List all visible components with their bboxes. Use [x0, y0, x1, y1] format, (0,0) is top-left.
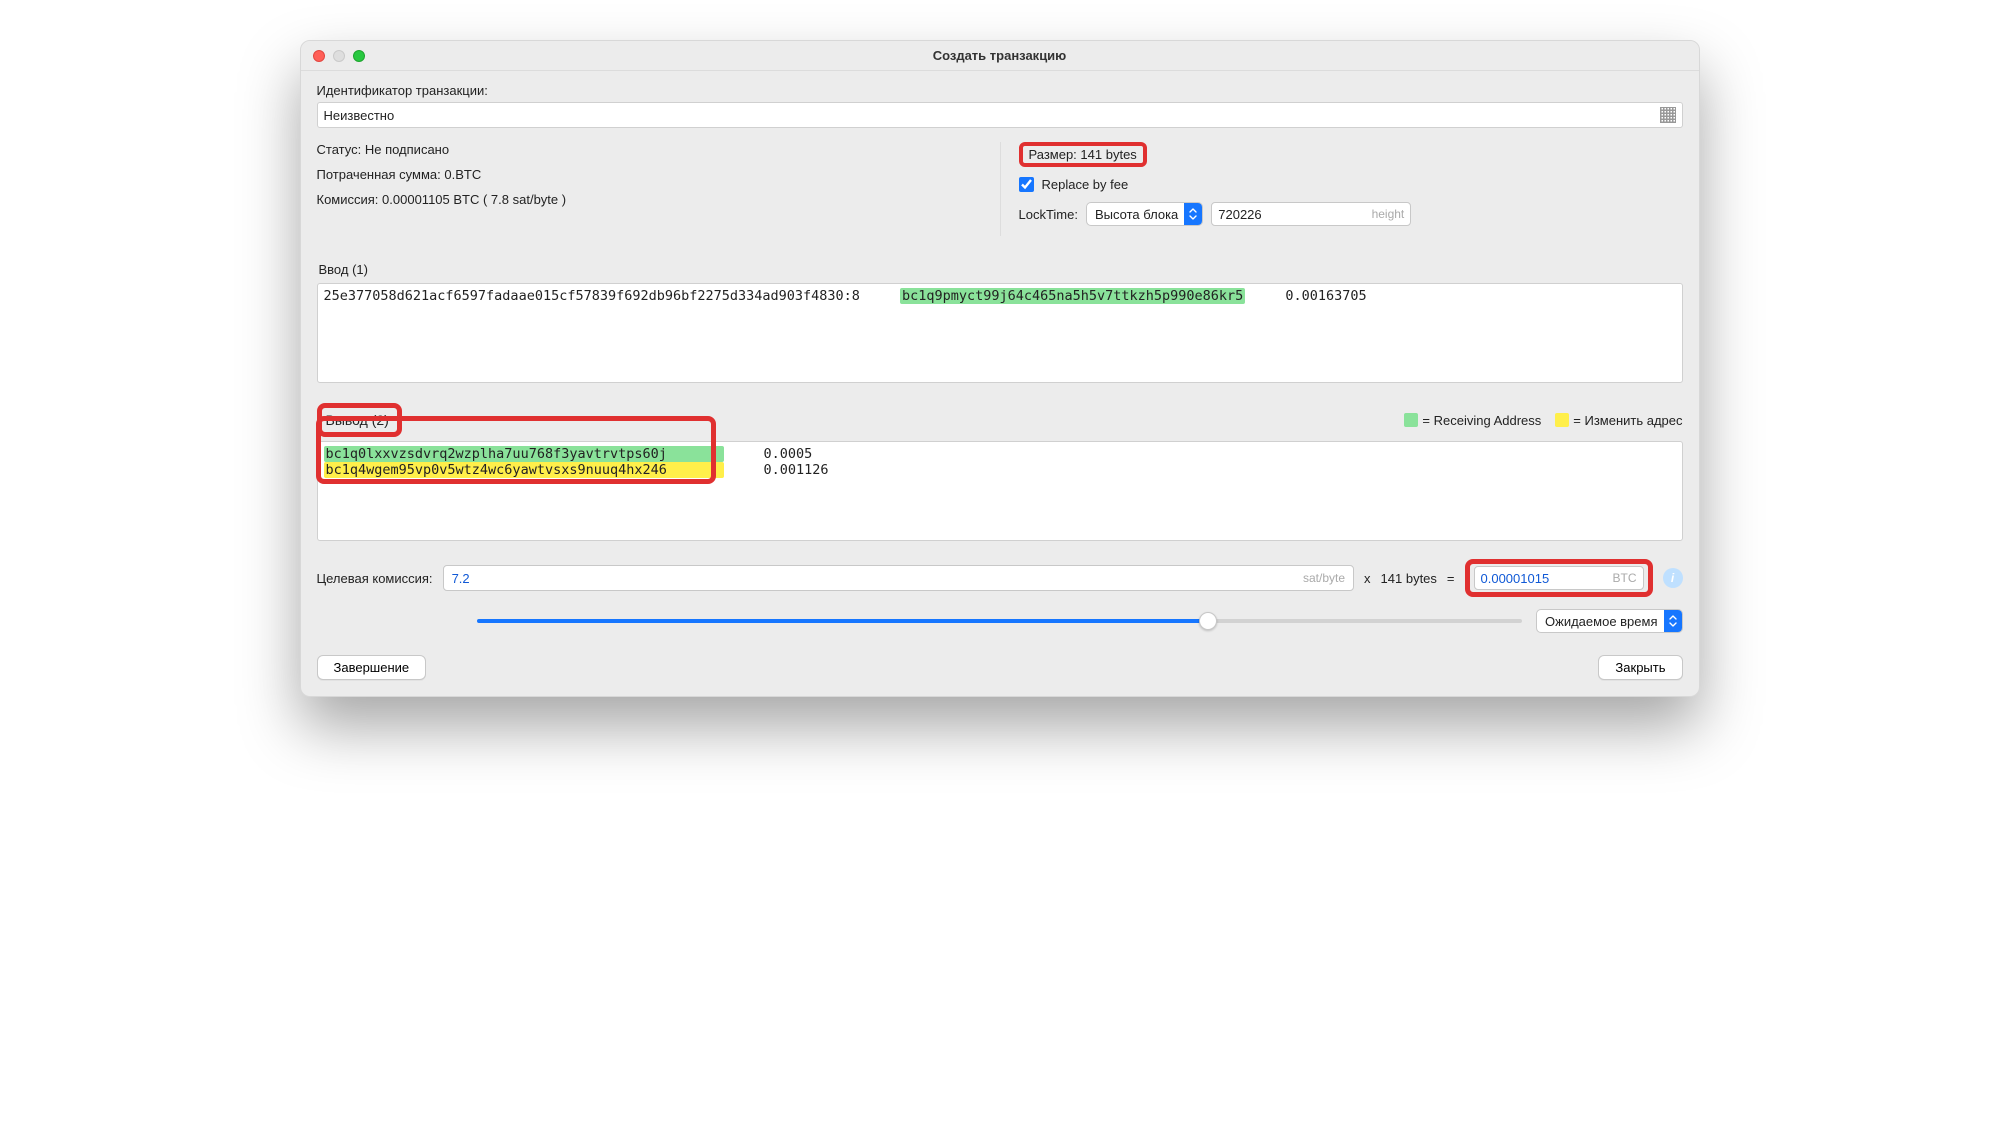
minimize-window-icon[interactable]: [333, 50, 345, 62]
locktime-row: LockTime: Высота блока 720226 height: [1019, 202, 1683, 226]
list-item[interactable]: 25e377058d621acf6597fadaae015cf57839f692…: [324, 288, 1676, 304]
legend-recv-swatch: [1404, 413, 1418, 427]
legend: = Receiving Address = Изменить адрес: [1404, 413, 1682, 428]
close-window-icon[interactable]: [313, 50, 325, 62]
info-icon[interactable]: i: [1663, 568, 1683, 588]
chevron-updown-icon: [1664, 609, 1682, 633]
status-line: Статус: Не подписано: [317, 142, 1000, 157]
inputs-list[interactable]: 25e377058d621acf6597fadaae015cf57839f692…: [317, 283, 1683, 383]
output-address: bc1q4wgem95vp0v5wtz4wc6yawtvsxs9nuuq4hx2…: [324, 462, 724, 478]
finish-button[interactable]: Завершение: [317, 655, 427, 680]
fee-slider[interactable]: [477, 611, 1523, 631]
locktime-label: LockTime:: [1019, 207, 1078, 222]
input-address: bc1q9pmyct99j64c465na5h5v7ttkzh5p990e86k…: [900, 288, 1245, 304]
rbf-row: Replace by fee: [1019, 177, 1683, 192]
txid-value: Неизвестно: [324, 108, 395, 123]
eta-select[interactable]: Ожидаемое время: [1536, 609, 1682, 633]
rbf-label: Replace by fee: [1042, 177, 1129, 192]
fee-size: 141 bytes: [1381, 571, 1437, 586]
txid-field[interactable]: Неизвестно: [317, 102, 1683, 128]
fee-result-input[interactable]: 0.00001015 BTC: [1474, 566, 1644, 590]
transaction-dialog: Создать транзакцию Идентификатор транзак…: [300, 40, 1700, 697]
chevron-updown-icon: [1184, 202, 1202, 226]
fee-line: Комиссия: 0.00001105 BTC ( 7.8 sat/byte …: [317, 192, 1000, 207]
titlebar: Создать транзакцию: [301, 41, 1699, 71]
fee-rate-input[interactable]: 7.2 sat/byte: [443, 565, 1354, 591]
locktime-mode-select[interactable]: Высота блока: [1086, 202, 1203, 226]
slider-track: [477, 619, 1523, 623]
locktime-value-input[interactable]: 720226 height: [1211, 202, 1411, 226]
window-title: Создать транзакцию: [301, 48, 1699, 63]
outputs-label: Вывод (2): [326, 412, 389, 428]
window-controls: [313, 50, 365, 62]
outputs-list[interactable]: bc1q0lxxvzsdvrq2wzplha7uu768f3yavtrvtps6…: [317, 441, 1683, 541]
outputs-highlight: Вывод (2): [317, 403, 402, 437]
target-fee-label: Целевая комиссия:: [317, 571, 433, 586]
qr-icon[interactable]: [1660, 107, 1676, 123]
slider-thumb[interactable]: [1199, 612, 1217, 630]
spent-line: Потраченная сумма: 0.BTC: [317, 167, 1000, 182]
fee-result-highlight: 0.00001015 BTC: [1465, 559, 1653, 597]
input-amount: 0.00163705: [1285, 288, 1366, 304]
size-highlight: Размер: 141 bytes: [1019, 142, 1147, 167]
input-outpoint: 25e377058d621acf6597fadaae015cf57839f692…: [324, 288, 860, 304]
list-item[interactable]: bc1q4wgem95vp0v5wtz4wc6yawtvsxs9nuuq4hx2…: [324, 462, 1676, 478]
target-fee-row: Целевая комиссия: 7.2 sat/byte x 141 byt…: [317, 559, 1683, 597]
txid-label: Идентификатор транзакции:: [317, 83, 1683, 98]
inputs-label: Ввод (1): [317, 256, 1683, 279]
close-button[interactable]: Закрыть: [1598, 655, 1682, 680]
output-address: bc1q0lxxvzsdvrq2wzplha7uu768f3yavtrvtps6…: [324, 446, 724, 462]
legend-change-swatch: [1555, 413, 1569, 427]
list-item[interactable]: bc1q0lxxvzsdvrq2wzplha7uu768f3yavtrvtps6…: [324, 446, 1676, 462]
output-amount: 0.0005: [764, 446, 813, 462]
output-amount: 0.001126: [764, 462, 829, 478]
zoom-window-icon[interactable]: [353, 50, 365, 62]
rbf-checkbox[interactable]: [1019, 177, 1034, 192]
